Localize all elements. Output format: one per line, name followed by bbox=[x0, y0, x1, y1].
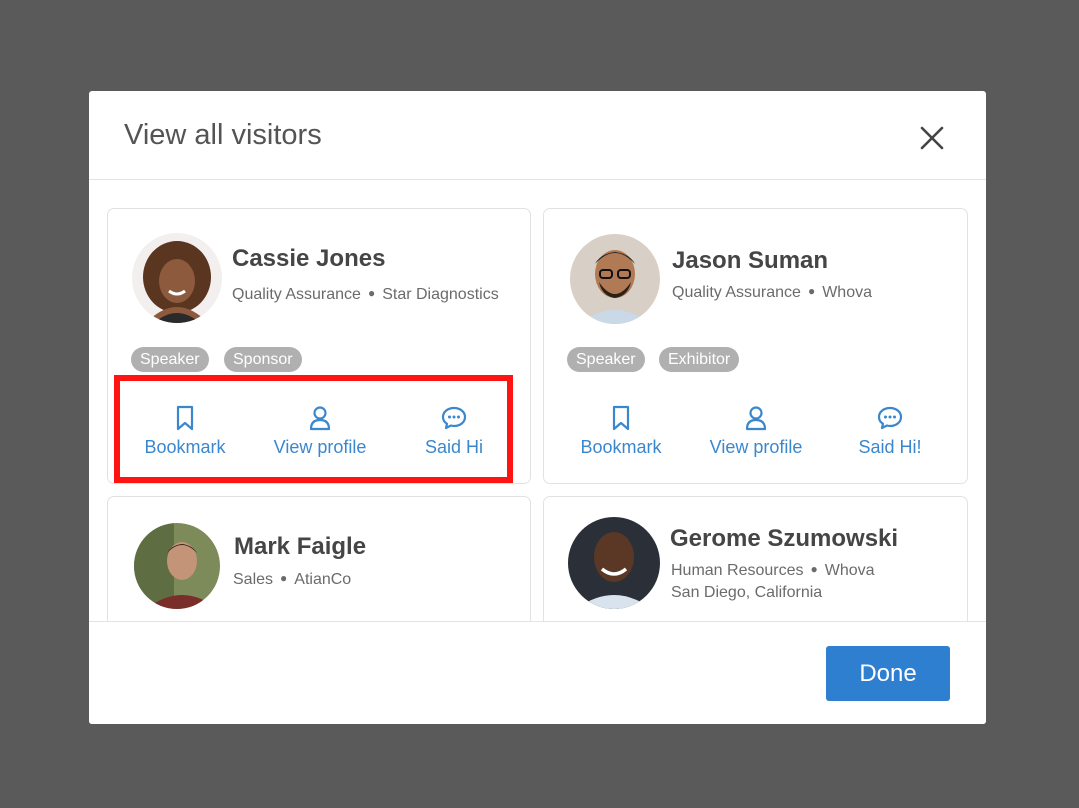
say-hi-label: Said Hi bbox=[424, 437, 484, 457]
say-hi-label: Said Hi! bbox=[858, 437, 922, 457]
bookmark-icon bbox=[176, 405, 194, 431]
person-icon bbox=[309, 406, 331, 431]
visitor-role: Sales bbox=[233, 571, 274, 588]
bookmark-icon bbox=[612, 405, 630, 431]
close-button[interactable] bbox=[917, 123, 947, 153]
modal-header: View all visitors bbox=[89, 91, 986, 180]
visitor-company: Whova bbox=[824, 562, 875, 579]
visitor-card: Mark Faigle Sales ● AtianCo bbox=[107, 496, 531, 621]
visitor-role: Human Resources bbox=[671, 562, 804, 579]
visitor-name[interactable]: Mark Faigle bbox=[234, 533, 366, 561]
visitor-name[interactable]: Cassie Jones bbox=[232, 245, 385, 273]
say-hi-button[interactable]: Said Hi bbox=[412, 405, 496, 458]
bookmark-label: Bookmark bbox=[144, 437, 226, 457]
chat-bubble-icon bbox=[877, 406, 903, 430]
visitor-title: Human Resources ● Whova bbox=[671, 562, 875, 580]
separator-dot: ● bbox=[807, 284, 816, 298]
bookmark-label: Bookmark bbox=[580, 437, 662, 457]
bookmark-button[interactable]: Bookmark bbox=[137, 405, 233, 458]
visitor-role: Quality Assurance bbox=[672, 284, 801, 301]
visitors-modal: View all visitors Cassie Jones Quality A… bbox=[89, 91, 986, 724]
visitor-card: Cassie Jones Quality Assurance ● Star Diag… bbox=[107, 208, 531, 484]
view-profile-label: View profile bbox=[709, 437, 803, 457]
visitor-location: San Diego, California bbox=[671, 584, 823, 601]
view-profile-button[interactable]: View profile bbox=[268, 405, 372, 458]
visitor-company: Star Diagnostics bbox=[382, 286, 499, 303]
avatar[interactable] bbox=[570, 234, 660, 324]
close-icon bbox=[920, 126, 944, 150]
visitor-company: Whova bbox=[822, 284, 872, 301]
modal-title: View all visitors bbox=[124, 119, 322, 151]
visitor-list[interactable]: Cassie Jones Quality Assurance ● Star Diag… bbox=[89, 181, 986, 621]
bookmark-button[interactable]: Bookmark bbox=[573, 405, 669, 458]
say-hi-button[interactable]: Said Hi! bbox=[847, 405, 933, 458]
visitor-title: Sales ● AtianCo bbox=[233, 571, 351, 589]
visitor-title: Quality Assurance ● Whova bbox=[672, 284, 872, 302]
person-icon bbox=[745, 406, 767, 431]
done-button[interactable]: Done bbox=[826, 646, 950, 701]
visitor-title: Quality Assurance ● Star Diagnostics bbox=[232, 286, 499, 304]
avatar[interactable] bbox=[132, 233, 222, 323]
tag-speaker: Speaker bbox=[131, 347, 209, 372]
tag-speaker: Speaker bbox=[567, 347, 645, 372]
visitor-card: Gerome Szumowski Human Resources ● Whova S… bbox=[543, 496, 968, 621]
visitor-name[interactable]: Gerome Szumowski bbox=[670, 525, 898, 553]
view-profile-button[interactable]: View profile bbox=[704, 405, 808, 458]
visitor-company: AtianCo bbox=[294, 571, 352, 588]
visitor-card: Jason Suman Quality Assurance ● Whova Spea… bbox=[543, 208, 968, 484]
separator-dot: ● bbox=[367, 286, 376, 300]
avatar[interactable] bbox=[568, 517, 660, 609]
chat-bubble-icon bbox=[441, 406, 467, 430]
tag-exhibitor: Exhibitor bbox=[659, 347, 740, 372]
view-profile-label: View profile bbox=[273, 437, 367, 457]
visitor-role: Quality Assurance bbox=[232, 286, 361, 303]
visitor-name[interactable]: Jason Suman bbox=[672, 247, 828, 275]
separator-dot: ● bbox=[280, 571, 288, 585]
separator-dot: ● bbox=[810, 562, 818, 576]
tag-sponsor: Sponsor bbox=[224, 347, 302, 372]
avatar[interactable] bbox=[134, 523, 220, 609]
modal-footer: Done bbox=[89, 621, 986, 724]
